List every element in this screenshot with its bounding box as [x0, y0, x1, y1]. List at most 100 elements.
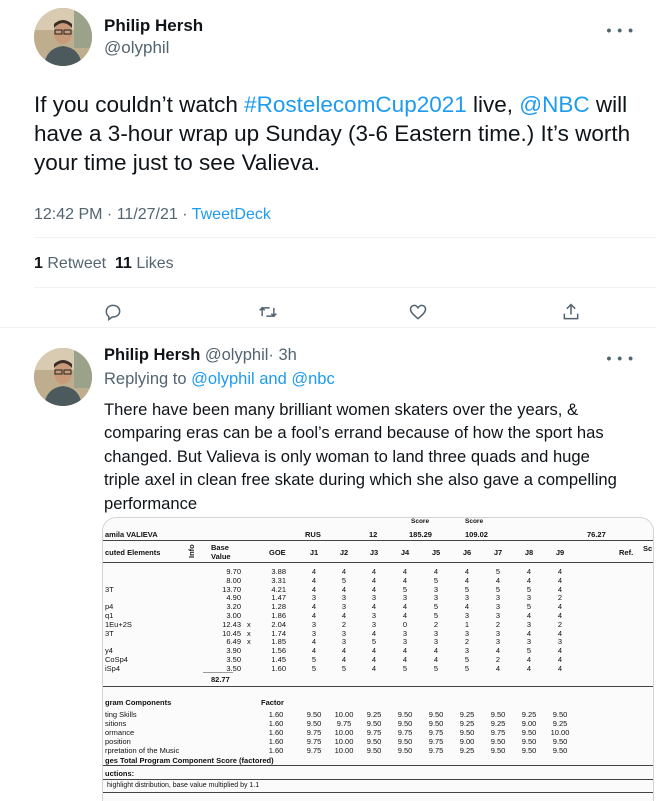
tweet-source[interactable]: TweetDeck — [192, 206, 271, 223]
author-name[interactable]: Philip Hersh — [104, 16, 203, 36]
mention-link[interactable]: @nbc — [291, 370, 334, 388]
judge-score: 5 — [526, 584, 532, 594]
value-header: Value — [211, 552, 231, 561]
element-bonus-mark: x — [247, 628, 251, 638]
judge-score: 5 — [433, 611, 439, 620]
component-score: 9.00 — [521, 719, 537, 728]
judge-score: 2 — [433, 619, 439, 629]
judge-score: 4 — [341, 567, 347, 576]
judge-score: 5 — [402, 584, 408, 594]
judge-score: 3 — [557, 637, 563, 647]
judge-score: 4 — [557, 646, 563, 656]
author-handle[interactable]: @olyphil — [205, 346, 269, 364]
share-icon[interactable] — [559, 300, 583, 324]
element-goe: 3.31 — [271, 575, 286, 585]
judge-score: 4 — [402, 611, 408, 620]
judge-score: 3 — [495, 611, 501, 620]
like-icon[interactable] — [406, 300, 430, 324]
judge-score: 5 — [311, 663, 317, 673]
element-name: CoSp4 — [105, 655, 128, 664]
judge-score: 3 — [495, 593, 501, 603]
skater-name: amila VALIEVA — [105, 530, 158, 539]
mention-link[interactable]: @NBC — [519, 92, 589, 117]
judge-score: 4 — [311, 611, 317, 620]
mention-link[interactable]: @olyphil — [191, 370, 255, 388]
rule — [103, 792, 653, 793]
judge-score: 1 — [464, 619, 470, 629]
author-name[interactable]: Philip Hersh — [104, 346, 200, 364]
element-goe: 1.74 — [271, 628, 286, 638]
element-goe: 3.88 — [271, 567, 286, 576]
judge-score: 4 — [402, 646, 408, 656]
hashtag-link[interactable]: #RostelecomCup2021 — [244, 92, 467, 117]
component-score: 9.25 — [490, 719, 506, 728]
judge-score: 5 — [433, 602, 439, 612]
ellipsis-icon[interactable]: • • • — [607, 22, 634, 38]
rule — [103, 779, 653, 780]
component-score: 9.50 — [521, 737, 537, 746]
element-goe: 1.56 — [271, 646, 286, 656]
judge-score: 4 — [557, 602, 563, 612]
element-name: 3T — [105, 584, 114, 594]
component-score: 9.50 — [366, 719, 382, 728]
tweet-text: If you couldn’t watch #RostelecomCup2021… — [34, 90, 634, 177]
judge-score: 5 — [464, 663, 470, 673]
likes-stat[interactable]: 11 Likes — [115, 255, 174, 272]
judge-header: J6 — [462, 548, 472, 557]
judge-score: 4 — [433, 646, 439, 656]
judge-score: 3 — [464, 611, 470, 620]
judge-score: 4 — [371, 628, 377, 638]
avatar[interactable] — [34, 348, 92, 406]
element-goe: 2.04 — [271, 619, 286, 629]
judge-score: 4 — [557, 663, 563, 673]
component-score: 9.50 — [490, 746, 506, 755]
replying-prefix: Replying to — [104, 370, 192, 388]
judge-score: 4 — [402, 575, 408, 585]
elements-header: cuted Elements — [105, 548, 161, 557]
reply-icon[interactable] — [101, 300, 125, 324]
component-score: 9.25 — [459, 710, 475, 719]
judge-score: 4 — [341, 655, 347, 664]
component-score: 9.50 — [428, 719, 444, 728]
avatar[interactable] — [34, 8, 92, 66]
component-name: position — [105, 737, 131, 746]
element-name: 1Eu+2S — [105, 619, 132, 629]
tweet-time[interactable]: · 3h — [268, 346, 296, 364]
component-score: 9.50 — [366, 746, 382, 755]
judge-header: J9 — [555, 548, 565, 557]
ellipsis-icon[interactable]: • • • — [607, 350, 634, 366]
component-score: 9.75 — [306, 746, 322, 755]
score-header: Score — [465, 518, 484, 525]
judge-score: 3 — [433, 637, 439, 647]
judge-score: 3 — [526, 637, 532, 647]
judge-score: 4 — [557, 575, 563, 585]
component-score: 9.75 — [397, 728, 413, 737]
element-name: y4 — [105, 646, 113, 656]
judge-score: 2 — [557, 593, 563, 603]
element-base-value: 8.00 — [226, 575, 241, 585]
judge-score: 3 — [341, 637, 347, 647]
element-bonus-mark: x — [247, 619, 251, 629]
retweet-icon[interactable] — [256, 300, 280, 324]
judge-header: J7 — [493, 548, 503, 557]
judge-score: 4 — [341, 584, 347, 594]
component-factor: 1.60 — [268, 719, 284, 728]
component-score: 9.25 — [459, 719, 475, 728]
component-factor: 1.60 — [268, 737, 284, 746]
author-handle[interactable]: @olyphil — [104, 38, 169, 58]
element-base-value: 3.00 — [226, 611, 241, 620]
judge-score: 5 — [433, 575, 439, 585]
judge-score: 4 — [464, 602, 470, 612]
judge-score: 4 — [495, 646, 501, 656]
judge-score: 4 — [526, 611, 532, 620]
element-goe: 1.60 — [271, 663, 286, 673]
element-goe: 1.45 — [271, 655, 286, 664]
replying-and: and — [254, 370, 292, 388]
retweets-stat[interactable]: 1 Retweet — [34, 255, 106, 272]
scoresheet-image[interactable]: Score Score amila VALIEVA RUS 12 185.29 … — [102, 517, 654, 801]
judge-header: J1 — [309, 548, 319, 557]
judge-score: 4 — [433, 655, 439, 664]
judge-score: 4 — [526, 655, 532, 664]
tweet-time[interactable]: 12:42 PM · 11/27/21 · — [34, 206, 192, 223]
element-name: p4 — [105, 602, 114, 612]
